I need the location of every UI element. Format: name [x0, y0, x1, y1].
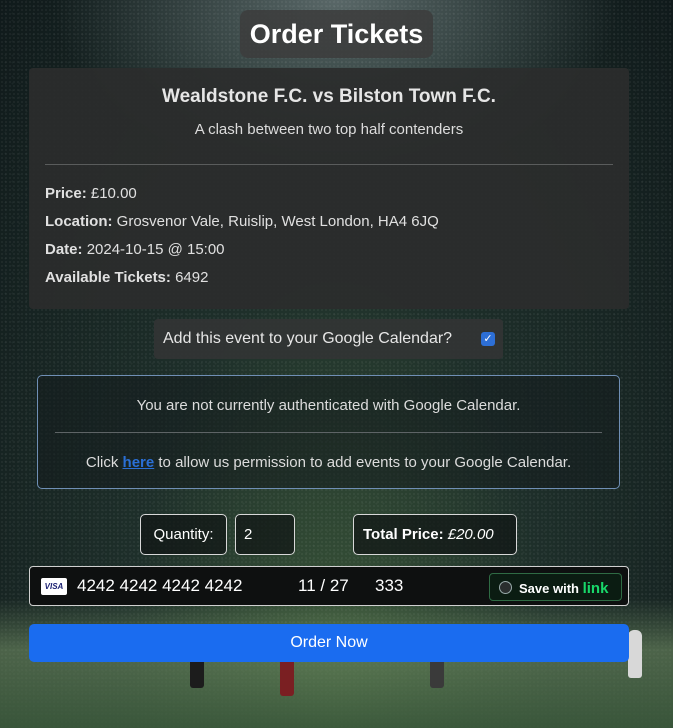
total-price: Total Price: £20.00 [353, 514, 517, 555]
google-calendar-option[interactable]: Add this event to your Google Calendar? … [154, 319, 503, 359]
google-calendar-checkbox[interactable]: ✓ [481, 332, 495, 346]
event-details-card: Wealdstone F.C. vs Bilston Town F.C. A c… [29, 68, 629, 309]
quantity-input[interactable] [235, 514, 295, 555]
event-location: Location: Grosvenor Vale, Ruislip, West … [45, 213, 439, 230]
auth-status-message: You are not currently authenticated with… [136, 397, 521, 414]
tickets-label: Available Tickets: [45, 269, 171, 286]
permission-suffix: to allow us permission to add events to … [158, 454, 572, 471]
page-header: Order Tickets [0, 10, 673, 58]
quantity-label: Quantity: [140, 514, 227, 555]
save-with-link-toggle[interactable]: Save with link [489, 573, 622, 601]
location-value: Grosvenor Vale, Ruislip, West London, HA… [116, 213, 439, 230]
divider [55, 432, 602, 433]
link-logo: link [582, 580, 609, 597]
total-price-label: Total Price: [363, 526, 444, 543]
card-payment-field[interactable]: VISA 4242 4242 4242 4242 11 / 27 333 Sav… [29, 566, 629, 606]
save-with-link-checkbox[interactable] [499, 581, 512, 594]
date-value: 2024-10-15 @ 15:00 [86, 241, 225, 258]
event-price: Price: £10.00 [45, 185, 137, 202]
event-available-tickets: Available Tickets: 6492 [45, 269, 208, 286]
permission-message: Click here to allow us permission to add… [38, 454, 619, 471]
save-with-text: Save with [519, 581, 579, 596]
background-pitch [0, 598, 673, 728]
price-value: £10.00 [90, 185, 137, 202]
total-price-value: £20.00 [447, 526, 494, 543]
event-description: A clash between two top half contenders [194, 121, 464, 138]
event-name: Wealdstone F.C. vs Bilston Town F.C. [162, 86, 496, 107]
permission-prefix: Click [85, 454, 119, 471]
divider [45, 164, 613, 165]
checkmark-icon: ✓ [483, 333, 493, 345]
page-title: Order Tickets [239, 10, 434, 58]
location-label: Location: [45, 213, 113, 230]
google-calendar-auth-alert: You are not currently authenticated with… [37, 375, 620, 489]
permission-link[interactable]: here [123, 454, 155, 471]
card-expiry-input[interactable]: 11 / 27 [298, 576, 349, 596]
google-calendar-prompt[interactable]: Add this event to your Google Calendar? [163, 330, 452, 348]
card-number-input[interactable]: 4242 4242 4242 4242 [77, 576, 242, 596]
background-player [628, 630, 642, 678]
save-with-link-label: Save with link [519, 580, 608, 597]
price-label: Price: [45, 185, 87, 202]
card-cvc-input[interactable]: 333 [375, 576, 403, 596]
date-label: Date: [45, 241, 83, 258]
order-now-button[interactable]: Order Now [29, 624, 629, 662]
tickets-value: 6492 [175, 269, 209, 286]
event-date: Date: 2024-10-15 @ 15:00 [45, 241, 225, 258]
visa-icon: VISA [41, 578, 67, 595]
